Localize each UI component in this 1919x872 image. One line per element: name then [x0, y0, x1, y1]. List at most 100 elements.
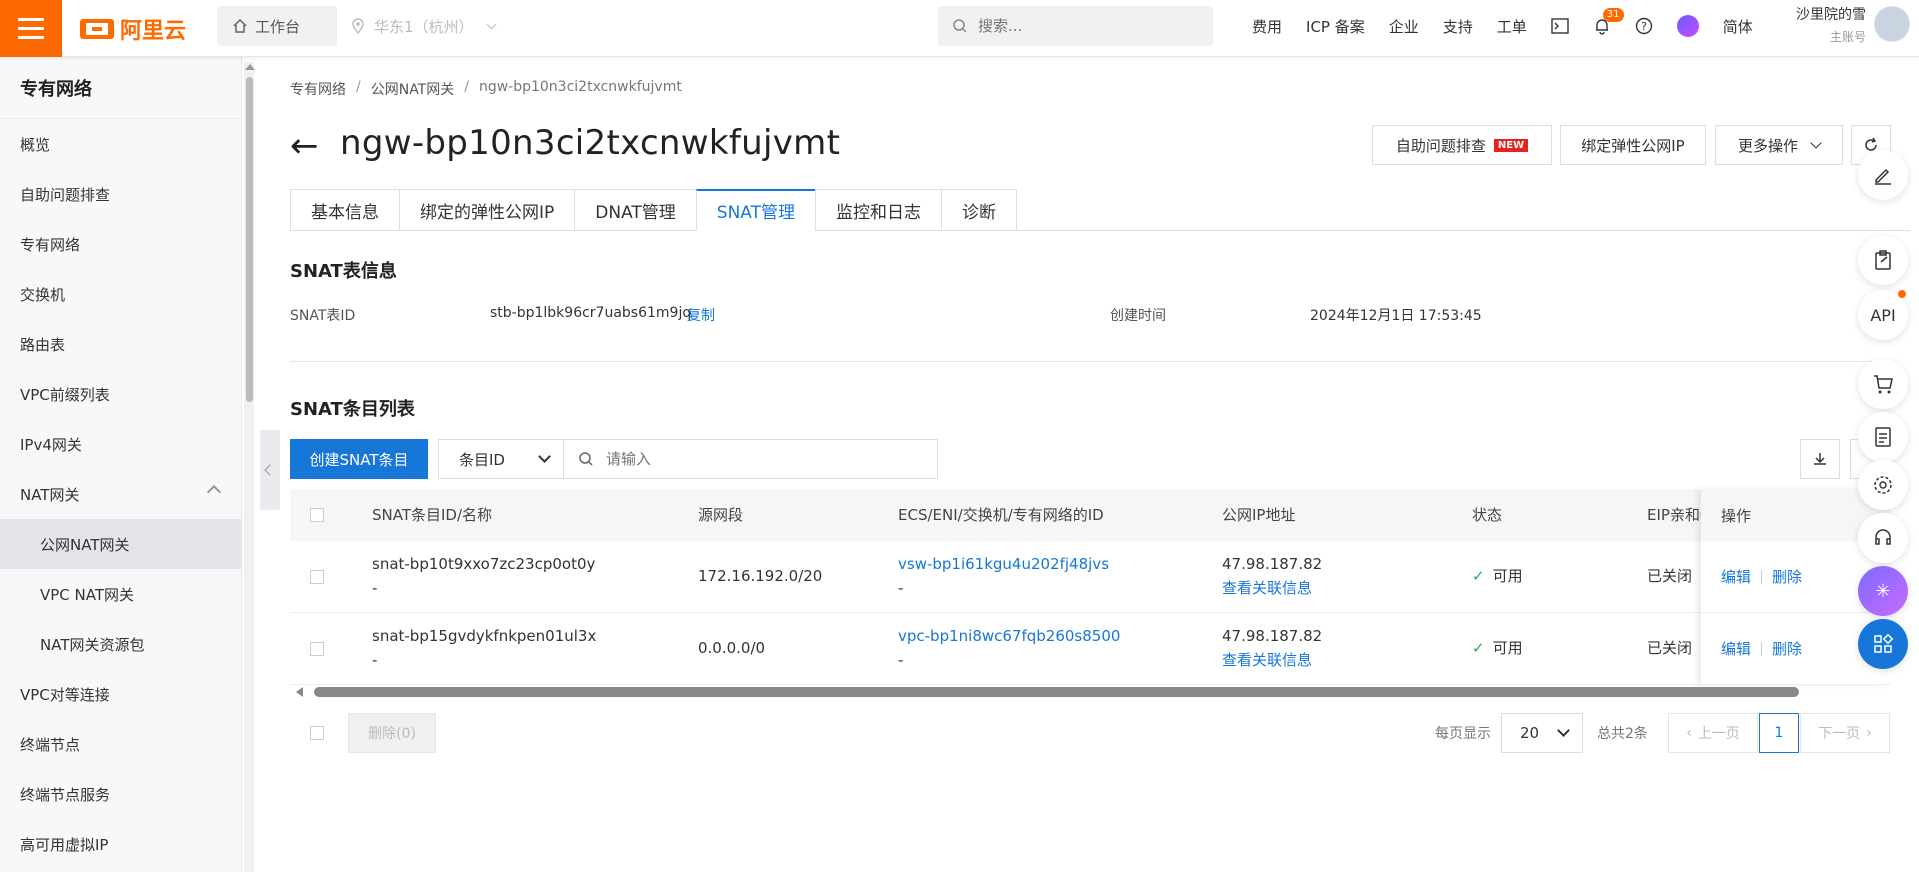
source-cidr: 0.0.0.0/0	[698, 639, 766, 657]
sidebar-item-vswitch[interactable]: 交换机	[0, 269, 241, 319]
prev-page-button[interactable]: ‹ 上一页	[1668, 713, 1758, 753]
page-title: ngw-bp10n3ci2txcnwkfujvmt	[340, 123, 841, 163]
menu-icon[interactable]	[0, 0, 62, 57]
scrollbar-thumb[interactable]	[246, 77, 253, 402]
document-icon[interactable]	[1858, 412, 1908, 462]
sidebar-item-nat-package[interactable]: NAT网关资源包	[0, 619, 241, 669]
prev-page-label: 上一页	[1697, 726, 1740, 742]
snat-search[interactable]	[563, 439, 938, 479]
sidebar-item-endpoint-service[interactable]: 终端节点服务	[0, 769, 241, 819]
per-page-value: 20	[1520, 724, 1540, 742]
tab-dnat[interactable]: DNAT管理	[574, 189, 696, 231]
snat-search-input[interactable]	[606, 450, 906, 468]
batch-delete-button[interactable]: 删除(0)	[348, 713, 436, 753]
next-page-button[interactable]: 下一页 ›	[1800, 713, 1890, 753]
feedback-edit-icon[interactable]	[1858, 150, 1908, 200]
cart-icon[interactable]	[1858, 359, 1908, 409]
workbench-button[interactable]: 工作台	[217, 6, 337, 46]
api-icon[interactable]: API	[1858, 290, 1908, 340]
sidebar-item-vpc-peering[interactable]: VPC对等连接	[0, 669, 241, 719]
filter-field-select[interactable]: 条目ID	[438, 439, 564, 479]
search-input[interactable]	[978, 17, 1178, 35]
sidebar-item-ipv4-gateway[interactable]: IPv4网关	[0, 419, 241, 469]
table-row: snat-bp10t9xxo7zc23cp0ot0y - 172.16.192.…	[290, 541, 1890, 613]
tab-snat[interactable]: SNAT管理	[695, 189, 815, 231]
sidebar-item-public-nat[interactable]: 公网NAT网关	[0, 519, 241, 569]
sidebar-item-nat-gateway[interactable]: NAT网关	[0, 469, 241, 519]
tab-monitoring[interactable]: 监控和日志	[814, 189, 941, 231]
create-snat-button[interactable]: 创建SNAT条目	[290, 439, 428, 479]
edit-link[interactable]: 编辑	[1721, 638, 1751, 659]
gear-icon[interactable]	[1858, 460, 1908, 510]
help-icon[interactable]: ?	[1623, 0, 1665, 52]
sidebar-item-vpc-nat[interactable]: VPC NAT网关	[0, 569, 241, 619]
select-all-checkbox[interactable]	[310, 508, 324, 522]
public-ip: 47.98.187.82	[1222, 555, 1323, 573]
delete-link[interactable]: 删除	[1772, 566, 1802, 587]
nav-icp[interactable]: ICP 备案	[1294, 0, 1377, 52]
sidebar-item-vpc[interactable]: 专有网络	[0, 219, 241, 269]
tab-bar: 基本信息 绑定的弹性公网IP DNAT管理 SNAT管理 监控和日志 诊断	[290, 189, 1910, 231]
download-icon	[1814, 453, 1826, 465]
page-number-current[interactable]: 1	[1759, 713, 1799, 753]
tab-diagnosis[interactable]: 诊断	[940, 189, 1017, 231]
sidebar-item-route-table[interactable]: 路由表	[0, 319, 241, 369]
download-button[interactable]	[1800, 439, 1840, 479]
region-selector[interactable]: 华东1（杭州）	[348, 6, 496, 46]
scroll-left-icon[interactable]	[296, 687, 303, 697]
nav-fees[interactable]: 费用	[1240, 0, 1294, 52]
nav-ticket[interactable]: 工单	[1485, 0, 1539, 52]
check-icon: ✓	[1472, 639, 1485, 657]
troubleshoot-button[interactable]: 自助问题排查 NEW	[1372, 125, 1552, 165]
location-icon	[352, 18, 364, 34]
tab-bound-eip[interactable]: 绑定的弹性公网IP	[399, 189, 575, 231]
apps-grid-icon[interactable]	[1858, 619, 1908, 669]
divider	[1761, 641, 1763, 656]
brand-logo[interactable]: 阿里云	[80, 14, 186, 44]
sidebar-scrollbar[interactable]	[244, 62, 255, 872]
sidebar-item-troubleshoot[interactable]: 自助问题排查	[0, 169, 241, 219]
sidebar-item-endpoint[interactable]: 终端节点	[0, 719, 241, 769]
resource-link[interactable]: vpc-bp1ni8wc67fqb260s8500	[898, 625, 1120, 647]
scroll-up-icon[interactable]	[245, 64, 255, 70]
home-icon	[233, 19, 247, 33]
view-association-link[interactable]: 查看关联信息	[1222, 649, 1312, 671]
delete-link[interactable]: 删除	[1772, 638, 1802, 659]
created-time-label: 创建时间	[1110, 308, 1166, 324]
row-checkbox[interactable]	[310, 570, 324, 584]
sidebar-item-overview[interactable]: 概览	[0, 119, 241, 169]
resource-link[interactable]: vsw-bp1i61kgu4u202fj48jvs	[898, 553, 1109, 575]
edit-link[interactable]: 编辑	[1721, 566, 1751, 587]
sidebar-item-prefix-list[interactable]: VPC前缀列表	[0, 369, 241, 419]
ai-assistant-icon[interactable]: ✳	[1858, 566, 1908, 616]
nav-support[interactable]: 支持	[1431, 0, 1485, 52]
sidebar-item-havip[interactable]: 高可用虚拟IP	[0, 819, 241, 869]
notification-dot	[1898, 290, 1906, 298]
collapse-sidebar-button[interactable]	[260, 430, 280, 510]
bind-eip-button[interactable]: 绑定弹性公网IP	[1560, 125, 1706, 165]
view-association-link[interactable]: 查看关联信息	[1222, 577, 1312, 599]
row-checkbox[interactable]	[310, 642, 324, 656]
terminal-icon[interactable]	[1539, 0, 1581, 52]
table-horizontal-scrollbar[interactable]	[290, 685, 1910, 699]
col-snat-id: SNAT条目ID/名称	[372, 506, 493, 524]
breadcrumb-vpc[interactable]: 专有网络	[290, 79, 346, 99]
copy-link[interactable]: 复制	[687, 305, 715, 325]
bell-icon[interactable]: 31	[1581, 0, 1624, 52]
global-search[interactable]	[938, 6, 1213, 46]
clipboard-icon[interactable]	[1858, 235, 1908, 285]
per-page-select[interactable]: 20	[1501, 713, 1583, 753]
tab-basic-info[interactable]: 基本信息	[290, 189, 399, 231]
footer-select-all-checkbox[interactable]	[310, 726, 324, 740]
nav-enterprise[interactable]: 企业	[1377, 0, 1431, 52]
language-switch[interactable]: 简体	[1711, 0, 1765, 52]
scrollbar-thumb[interactable]	[314, 687, 1799, 697]
ai-assistant-icon[interactable]	[1665, 0, 1711, 52]
chevron-left-icon: ‹	[1686, 725, 1692, 741]
more-actions-button[interactable]: 更多操作	[1715, 125, 1843, 165]
back-arrow-icon[interactable]: ←	[290, 129, 319, 163]
avatar[interactable]	[1874, 6, 1910, 42]
headset-icon[interactable]	[1858, 513, 1908, 563]
breadcrumb-public-nat[interactable]: 公网NAT网关	[371, 79, 455, 99]
user-info[interactable]: 沙里院的雪 主账号	[1786, 6, 1866, 46]
